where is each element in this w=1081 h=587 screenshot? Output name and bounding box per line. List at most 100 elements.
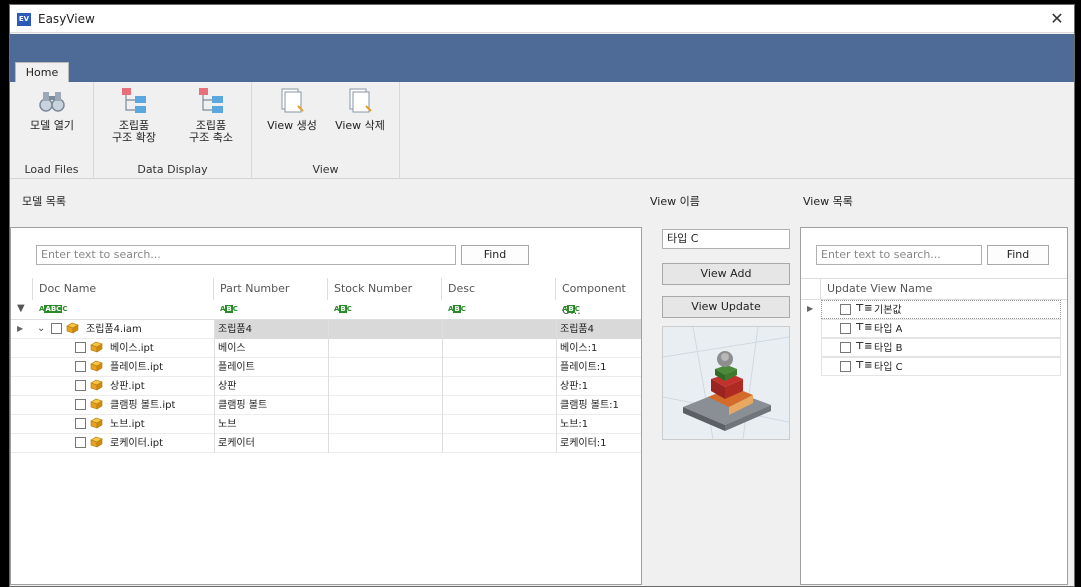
view-add-button[interactable]: View Add: [662, 263, 790, 285]
table-row[interactable]: 노브.ipt 노브 노브:1: [11, 415, 641, 434]
table-row[interactable]: 상판.ipt 상판 상판:1: [11, 377, 641, 396]
filter-icon[interactable]: ▼: [17, 303, 25, 314]
ribbon-group-load-files: 모델 열기 Load Files: [10, 82, 94, 179]
view-checkbox[interactable]: [840, 304, 851, 315]
view-checkbox[interactable]: [840, 323, 851, 334]
open-model-button[interactable]: 모델 열기: [20, 86, 84, 132]
cell-component: 조립품4: [556, 320, 641, 339]
cell-part-number: 조립품4: [214, 320, 328, 339]
cell-stock-number: [328, 415, 442, 434]
close-button[interactable]: ✕: [1046, 8, 1068, 30]
filter-cell-part[interactable]: ABC: [220, 305, 238, 313]
view-name-input[interactable]: 타입 C: [662, 229, 790, 249]
col-update-view-name[interactable]: Update View Name: [821, 279, 1067, 299]
cell-component: 클램핑 볼트:1: [560, 400, 619, 411]
filter-cell-stock[interactable]: ABC: [334, 305, 352, 313]
row-checkbox[interactable]: [75, 399, 86, 410]
part-file-icon: [90, 341, 103, 353]
table-row[interactable]: 플레이트.ipt 플레이트 플레이트:1: [11, 358, 641, 377]
row-checkbox[interactable]: [75, 380, 86, 391]
cell-desc: [442, 396, 556, 415]
model-list-title: 모델 목록: [22, 195, 66, 208]
col-stock-number[interactable]: Stock Number: [328, 278, 442, 300]
col-desc[interactable]: Desc: [442, 278, 556, 300]
table-row[interactable]: 베이스.ipt 베이스 베이스:1: [11, 339, 641, 358]
list-item[interactable]: ⊤≡ 타입 C: [821, 357, 1061, 376]
cell-stock-number: [328, 396, 442, 415]
delete-view-label: View 삭제: [335, 119, 385, 132]
view-list-title: View 목록: [803, 195, 853, 208]
cell-desc: [442, 415, 556, 434]
view-update-button[interactable]: View Update: [662, 296, 790, 318]
cell-desc: [442, 358, 556, 377]
group-label-view: View: [312, 163, 339, 176]
part-file-icon: [90, 417, 103, 429]
view-checkbox[interactable]: [840, 361, 851, 372]
ribbon-group-view: View 생성 View 삭제 View: [252, 82, 400, 179]
delete-view-icon: [349, 88, 372, 113]
filter-cell-doc[interactable]: AABCC: [39, 305, 67, 313]
part-file-icon: [90, 436, 103, 448]
cell-part-number: 로케이터: [218, 438, 255, 449]
table-row[interactable]: 로케이터.ipt 로케이터 로케이터:1: [11, 434, 641, 453]
cell-stock-number: [328, 358, 442, 377]
cell-part-number: 노브: [218, 419, 237, 430]
tree-expand-icon: [122, 88, 146, 113]
window-title: EasyView: [38, 12, 95, 26]
cell-component: 상판:1: [560, 381, 589, 392]
collapse-structure-label: 조립품 구조 축소: [189, 119, 233, 144]
cell-doc-name: 상판.ipt: [110, 381, 145, 392]
cell-desc: [442, 320, 556, 339]
ribbon-group-data-display: 조립품 구조 확장 조립품 구조 축소 Data Display: [94, 82, 252, 179]
row-checkbox[interactable]: [75, 418, 86, 429]
col-doc-name[interactable]: Doc Name: [33, 278, 214, 300]
list-item[interactable]: ⊤≡ 타입 A: [821, 319, 1061, 338]
delete-view-button[interactable]: View 삭제: [328, 86, 392, 132]
ribbon-header: Home: [10, 34, 1074, 83]
row-checkbox[interactable]: [75, 342, 86, 353]
cell-doc-name: 로케이터.ipt: [110, 438, 164, 449]
open-model-label: 모델 열기: [30, 119, 74, 132]
expand-toggle-icon[interactable]: ⌄: [37, 323, 45, 334]
cell-stock-number: [328, 377, 442, 396]
tab-home[interactable]: Home: [15, 62, 69, 83]
model-find-button[interactable]: Find: [461, 245, 529, 265]
filter-cell-desc[interactable]: ABC: [448, 305, 466, 313]
cell-desc: [442, 339, 556, 358]
part-file-icon: [66, 322, 79, 334]
collapse-structure-button[interactable]: 조립품 구조 축소: [179, 86, 243, 144]
cell-stock-number: [328, 339, 442, 358]
table-row[interactable]: 클램핑 볼트.ipt 클램핑 볼트 클램핑 볼트:1: [11, 396, 641, 415]
app-logo-icon: EV: [17, 13, 31, 26]
row-indicator-icon: ▶: [807, 304, 814, 313]
list-item[interactable]: ⊤≡ 타입 B: [821, 338, 1061, 357]
cell-desc: [442, 434, 556, 453]
new-view-icon: [281, 88, 304, 113]
view-search-input[interactable]: Enter text to search...: [816, 245, 982, 265]
row-checkbox[interactable]: [75, 437, 86, 448]
row-checkbox[interactable]: [75, 361, 86, 372]
view-name-label: 타입 A: [874, 324, 903, 335]
col-component[interactable]: Component O...: [556, 278, 641, 317]
cell-part-number: 베이스: [218, 343, 246, 354]
cell-part-number: 상판: [218, 381, 237, 392]
view-name-title: View 이름: [650, 195, 700, 208]
list-item[interactable]: ⊤≡ 기본값: [821, 300, 1061, 319]
view-list-panel: Enter text to search... Find Update View…: [800, 227, 1068, 585]
view-name-label: 기본값: [874, 305, 902, 316]
col-part-number[interactable]: Part Number: [214, 278, 328, 300]
table-row[interactable]: ▶ ⌄ 조립품4.iam 조립품4 조립품4: [11, 320, 641, 339]
cell-component: 플레이트:1: [560, 362, 607, 373]
model-grid: Doc Name Part Number Stock Number Desc C…: [11, 278, 641, 584]
group-label-load-files: Load Files: [24, 163, 79, 176]
tree-collapse-icon: [199, 88, 223, 113]
ribbon-panel: 모델 열기 Load Files 조립품 구조 확장 조립품 구조 축소 Dat…: [10, 82, 1074, 179]
view-grid-header: Update View Name: [801, 278, 1067, 300]
filter-cell-component[interactable]: ABC: [562, 305, 580, 313]
view-checkbox[interactable]: [840, 342, 851, 353]
model-search-input[interactable]: Enter text to search...: [36, 245, 456, 265]
expand-structure-button[interactable]: 조립품 구조 확장: [102, 86, 166, 144]
create-view-button[interactable]: View 생성: [260, 86, 324, 132]
view-find-button[interactable]: Find: [987, 245, 1049, 265]
row-checkbox[interactable]: [51, 323, 62, 334]
